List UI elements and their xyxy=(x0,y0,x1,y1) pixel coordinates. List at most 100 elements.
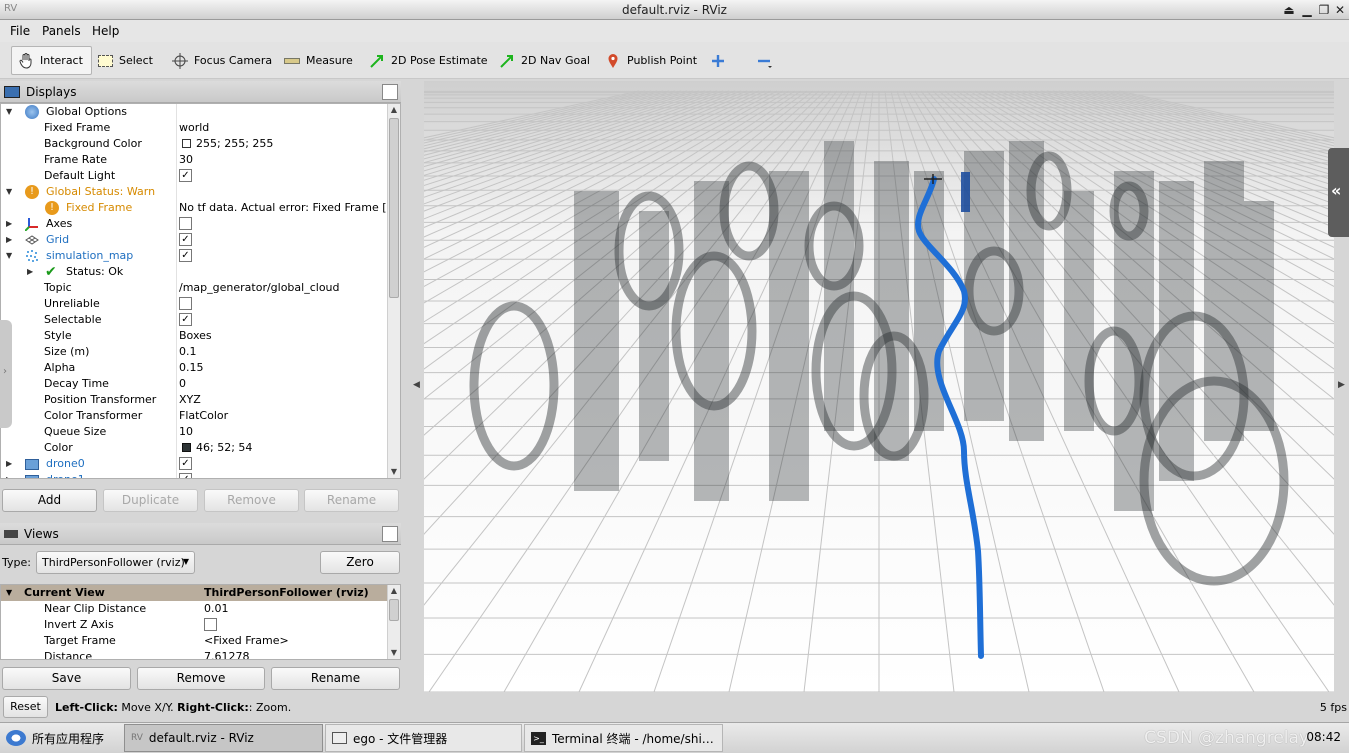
maximize-icon[interactable]: ❐ xyxy=(1316,2,1332,18)
tree-row-default-light[interactable]: Default Light ✓ xyxy=(1,168,389,184)
duplicate-display-button[interactable]: Duplicate xyxy=(103,489,198,512)
rename-display-button[interactable]: Rename xyxy=(304,489,399,512)
tree-row-style[interactable]: Style Boxes xyxy=(1,328,389,344)
collapsed-arrow-icon[interactable]: ▶ xyxy=(6,475,15,478)
tree-row-frame-rate[interactable]: Frame Rate 30 xyxy=(1,152,389,168)
expanded-arrow-icon[interactable]: ▼ xyxy=(6,107,15,116)
checkbox-unchecked[interactable] xyxy=(179,217,192,230)
collapsed-arrow-icon[interactable]: ▶ xyxy=(6,235,15,244)
tree-row-grid[interactable]: ▶ Grid ✓ xyxy=(1,232,389,248)
scroll-down-icon[interactable]: ▼ xyxy=(388,466,400,478)
expanded-arrow-icon[interactable]: ▼ xyxy=(6,187,15,196)
scroll-up-icon[interactable]: ▲ xyxy=(388,585,400,597)
checkbox-unchecked[interactable] xyxy=(179,297,192,310)
publish-point-tool-button[interactable]: Publish Point xyxy=(599,46,703,75)
tree-row-fixed-frame-status[interactable]: ! Fixed Frame No tf data. Actual error: … xyxy=(1,200,389,216)
measure-tool-button[interactable]: Measure xyxy=(278,46,359,75)
row-value[interactable]: world xyxy=(179,121,389,134)
render-viewport[interactable] xyxy=(424,81,1334,692)
tree-row-status-ok[interactable]: ▶ ✔ Status: Ok xyxy=(1,264,389,280)
interact-tool-button[interactable]: Interact xyxy=(11,46,92,75)
tree-row-size[interactable]: Size (m) 0.1 xyxy=(1,344,389,360)
row-value[interactable]: 0 xyxy=(179,377,389,390)
row-value[interactable]: 0.01 xyxy=(204,602,400,615)
scroll-up-icon[interactable]: ▲ xyxy=(388,104,400,116)
tree-row-position-transformer[interactable]: Position Transformer XYZ xyxy=(1,392,389,408)
tree-row-target-frame[interactable]: Target Frame <Fixed Frame> xyxy=(1,633,389,649)
left-dock-handle[interactable]: › xyxy=(0,320,12,428)
tree-row-decay-time[interactable]: Decay Time 0 xyxy=(1,376,389,392)
task-rviz[interactable]: RV default.rviz - RViz xyxy=(124,724,323,752)
row-value[interactable]: <Fixed Frame> xyxy=(204,634,400,647)
expanded-arrow-icon[interactable]: ▼ xyxy=(6,251,15,260)
tree-row-distance[interactable]: Distance 7.61278 xyxy=(1,649,389,659)
zero-view-button[interactable]: Zero xyxy=(320,551,400,574)
tree-row-axes[interactable]: ▶ Axes xyxy=(1,216,389,232)
task-terminal[interactable]: >_ Terminal 终端 - /home/shi… xyxy=(524,724,723,752)
row-value[interactable]: 10 xyxy=(179,425,389,438)
scroll-thumb[interactable] xyxy=(389,118,399,298)
tree-row-drone0[interactable]: ▶ drone0 ✓ xyxy=(1,456,389,472)
tree-row-background-color[interactable]: Background Color 255; 255; 255 xyxy=(1,136,389,152)
remove-tool-menu[interactable] xyxy=(750,46,778,75)
remove-display-button[interactable]: Remove xyxy=(204,489,299,512)
save-view-button[interactable]: Save xyxy=(2,667,131,690)
pose-estimate-tool-button[interactable]: 2D Pose Estimate xyxy=(363,46,494,75)
minimize-icon[interactable]: ▁ xyxy=(1299,2,1315,18)
collapsed-arrow-icon[interactable]: ▶ xyxy=(6,219,15,228)
tree-row-invert-z[interactable]: Invert Z Axis xyxy=(1,617,389,633)
row-value[interactable]: FlatColor xyxy=(179,409,389,422)
row-value[interactable]: 46; 52; 54 xyxy=(196,441,400,454)
views-scrollbar[interactable]: ▲ ▼ xyxy=(387,585,400,659)
tree-row-unreliable[interactable]: Unreliable xyxy=(1,296,389,312)
shade-icon[interactable]: ⏏ xyxy=(1281,2,1297,18)
tree-row-alpha[interactable]: Alpha 0.15 xyxy=(1,360,389,376)
displays-scrollbar[interactable]: ▲ ▼ xyxy=(387,104,400,478)
tree-row-queue-size[interactable]: Queue Size 10 xyxy=(1,424,389,440)
row-value[interactable]: 0.15 xyxy=(179,361,389,374)
remove-view-button[interactable]: Remove xyxy=(137,667,265,690)
checkbox-checked[interactable]: ✓ xyxy=(179,313,192,326)
tree-row-near-clip[interactable]: Near Clip Distance 0.01 xyxy=(1,601,389,617)
reset-button[interactable]: Reset xyxy=(3,696,48,718)
tree-row-simulation-map[interactable]: ▼ simulation_map ✓ xyxy=(1,248,389,264)
rename-view-button[interactable]: Rename xyxy=(271,667,400,690)
collapse-right-icon[interactable]: ▶ xyxy=(1338,380,1345,390)
collapsed-arrow-icon[interactable]: ▶ xyxy=(6,459,15,468)
row-value[interactable]: 7.61278 xyxy=(204,650,400,659)
add-tool-button[interactable] xyxy=(704,46,732,75)
checkbox-checked[interactable]: ✓ xyxy=(179,473,192,478)
view-type-select[interactable]: ThirdPersonFollower (rviz) ▼ xyxy=(36,551,195,574)
menu-file[interactable]: File xyxy=(10,24,30,38)
tree-row-fixed-frame[interactable]: Fixed Frame world xyxy=(1,120,389,136)
checkbox-checked[interactable]: ✓ xyxy=(179,169,192,182)
tree-row-topic[interactable]: Topic /map_generator/global_cloud xyxy=(1,280,389,296)
right-dock-handle[interactable]: « xyxy=(1328,148,1349,237)
tree-row-selectable[interactable]: Selectable ✓ xyxy=(1,312,389,328)
row-value[interactable]: 30 xyxy=(179,153,389,166)
scroll-down-icon[interactable]: ▼ xyxy=(388,647,400,659)
current-view-row[interactable]: ▼ Current View ThirdPersonFollower (rviz… xyxy=(1,585,387,601)
collapsed-arrow-icon[interactable]: ▶ xyxy=(27,267,36,276)
focus-camera-tool-button[interactable]: Focus Camera xyxy=(166,46,278,75)
task-file-manager[interactable]: ego - 文件管理器 xyxy=(325,724,522,752)
checkbox-unchecked[interactable] xyxy=(204,618,217,631)
row-value[interactable]: XYZ xyxy=(179,393,389,406)
panel-float-checkbox[interactable] xyxy=(382,84,398,100)
close-icon[interactable]: ✕ xyxy=(1332,2,1348,18)
row-value[interactable]: 255; 255; 255 xyxy=(196,137,400,150)
applications-menu[interactable]: 所有应用程序 xyxy=(0,724,122,752)
row-value[interactable]: 0.1 xyxy=(179,345,389,358)
tree-row-color-transformer[interactable]: Color Transformer FlatColor xyxy=(1,408,389,424)
expanded-arrow-icon[interactable]: ▼ xyxy=(6,588,12,597)
scroll-thumb[interactable] xyxy=(389,599,399,621)
checkbox-checked[interactable]: ✓ xyxy=(179,233,192,246)
add-display-button[interactable]: Add xyxy=(2,489,97,512)
select-tool-button[interactable]: Select xyxy=(92,46,159,75)
menu-panels[interactable]: Panels xyxy=(42,24,81,38)
tree-row-global-options[interactable]: ▼ Global Options xyxy=(1,104,389,120)
collapse-left-icon[interactable]: ◀ xyxy=(413,380,420,390)
menu-help[interactable]: Help xyxy=(92,24,119,38)
tree-row-color[interactable]: Color 46; 52; 54 xyxy=(1,440,389,456)
checkbox-checked[interactable]: ✓ xyxy=(179,457,192,470)
